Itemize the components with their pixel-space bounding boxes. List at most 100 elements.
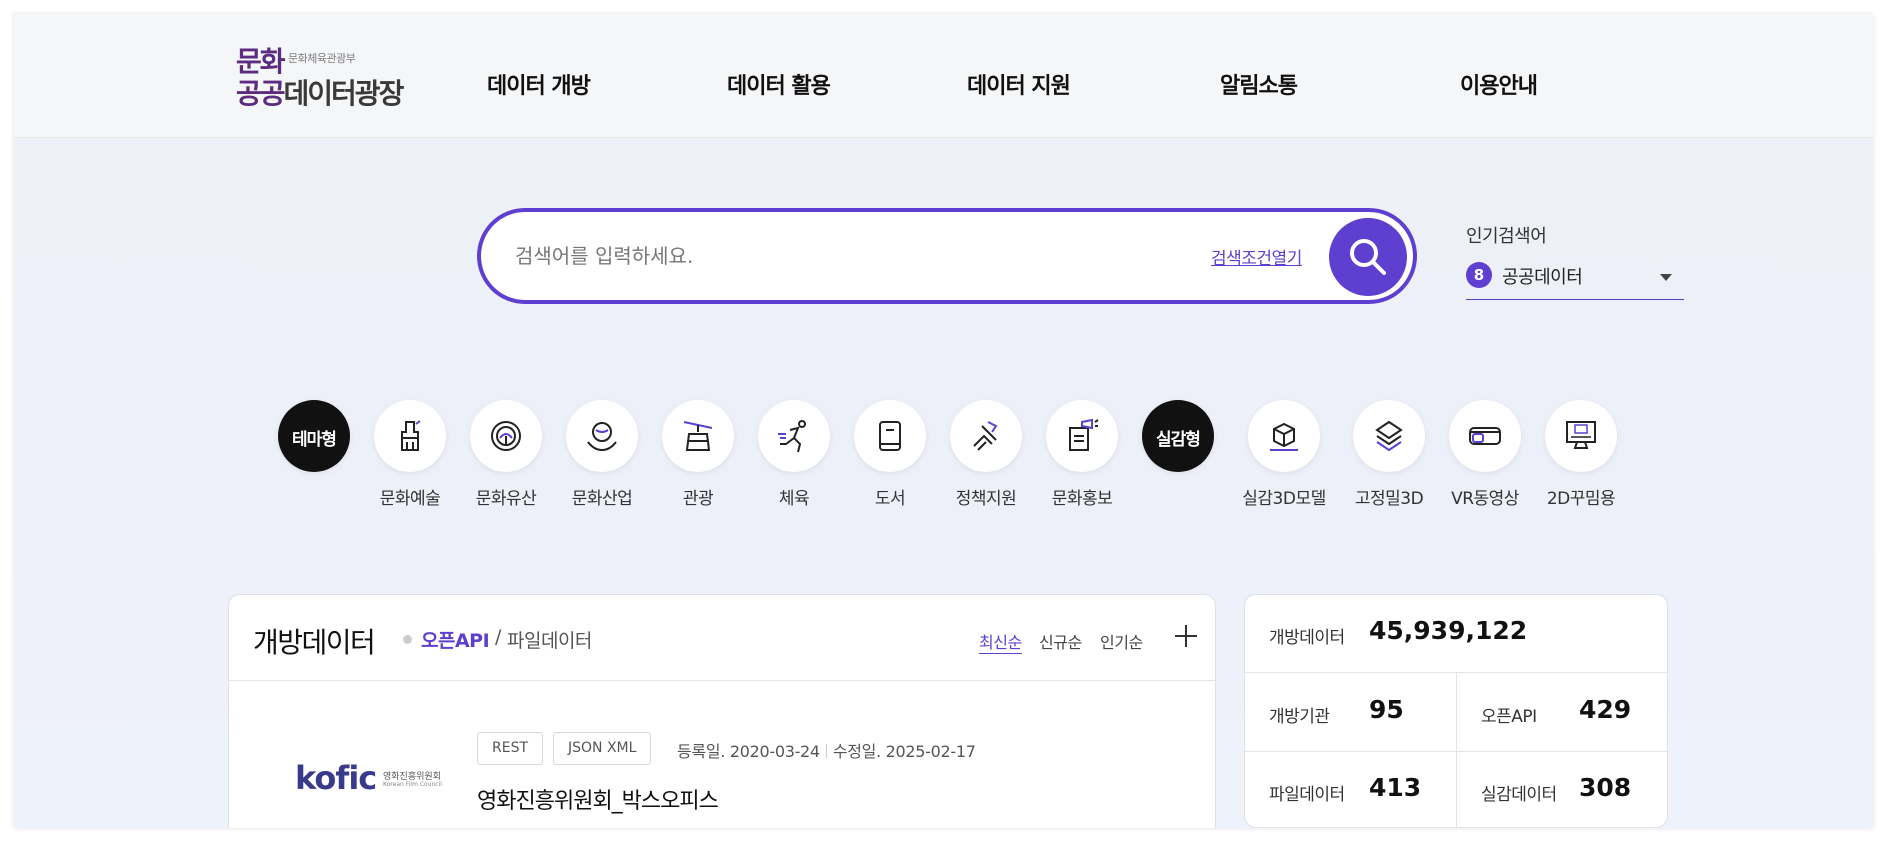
layers-icon	[1375, 420, 1403, 452]
runner-icon	[778, 420, 806, 453]
category-circle	[566, 400, 638, 472]
stat-total-label: 개방데이터	[1269, 628, 1345, 648]
page-frame: 문화 문화체육관광부 공공데이터광장 데이터 개방 데이터 활용 데이터 지원 …	[14, 14, 1873, 828]
stat-total: 개방데이터 45,939,122	[1245, 595, 1667, 673]
category-circle	[950, 400, 1022, 472]
stat-total-value: 45,939,122	[1369, 616, 1528, 645]
category-high-precision-3d[interactable]: 고정밀3D	[1341, 400, 1437, 510]
heritage-icon	[491, 421, 521, 451]
category-vr-video[interactable]: VR동영상	[1437, 400, 1533, 510]
category-circle	[1449, 400, 1521, 472]
nav-data-open[interactable]: 데이터 개방	[487, 68, 591, 100]
tab-open-api[interactable]: 오픈API	[421, 626, 490, 653]
registered-date: 등록일. 2020-03-24	[677, 742, 820, 761]
stat-api: 오픈API 429	[1457, 674, 1668, 751]
stat-file: 파일데이터 413	[1245, 752, 1456, 828]
category-circle	[1545, 400, 1617, 472]
category-culture-industry[interactable]: 문화산업	[554, 400, 650, 510]
cube-3d-icon	[1270, 422, 1298, 451]
popular-keywords: 인기검색어 8 공공데이터	[1466, 222, 1684, 308]
stat-orgs-value: 95	[1369, 695, 1404, 724]
title-dot	[403, 635, 412, 644]
category-circle	[662, 400, 734, 472]
category-3d-model[interactable]: 실감3D모델	[1236, 400, 1332, 510]
popular-title: 인기검색어	[1466, 226, 1547, 247]
open-data-header: 개방데이터 오픈API / 파일데이터 최신순 신규순 인기순	[229, 595, 1215, 681]
cablecar-icon	[683, 421, 713, 451]
category-circle	[470, 400, 542, 472]
item-meta: 등록일. 2020-03-24 수정일. 2025-02-17	[677, 738, 976, 762]
book-icon	[879, 421, 901, 451]
stats-panel: 개방데이터 45,939,122 개방기관 95 오픈API 429 파일데이터…	[1244, 594, 1668, 828]
category-sports[interactable]: 체육	[746, 400, 842, 510]
category-icons: 테마형 문화예술 문화유산 문화산업 관광 체육 도서 정책지원 문화홍보 실감…	[14, 400, 1873, 520]
handshake-icon	[973, 421, 998, 451]
category-promotion[interactable]: 문화홍보	[1034, 400, 1130, 510]
search-icon	[1350, 239, 1386, 275]
globe-hands-icon	[587, 422, 617, 452]
stat-file-label: 파일데이터	[1269, 785, 1345, 805]
vr-headset-icon	[1469, 427, 1501, 445]
category-circle	[374, 400, 446, 472]
popular-keyword-dropdown[interactable]: 8 공공데이터	[1466, 260, 1684, 300]
category-real-type[interactable]: 실감형	[1130, 400, 1226, 510]
nav-data-use[interactable]: 데이터 활용	[727, 68, 831, 100]
real-type-label: 실감형	[1156, 430, 1201, 450]
category-label: 2D꾸밈용	[1546, 489, 1616, 509]
sort-latest[interactable]: 최신순	[979, 629, 1022, 654]
category-heritage[interactable]: 문화유산	[458, 400, 554, 510]
category-circle	[1248, 400, 1320, 472]
category-label: 문화홍보	[1051, 489, 1113, 509]
modified-date: 수정일. 2025-02-17	[832, 742, 976, 761]
item-title-link[interactable]: 영화진흥위원회_박스오피스	[477, 783, 719, 815]
stat-api-value: 429	[1579, 695, 1632, 724]
category-tourism[interactable]: 관광	[650, 400, 746, 510]
tab-separator: /	[495, 626, 502, 648]
logo-ministry: 문화체육관광부	[288, 52, 356, 65]
category-circle	[758, 400, 830, 472]
category-circle	[854, 400, 926, 472]
stat-real-label: 실감데이터	[1481, 785, 1557, 805]
category-books[interactable]: 도서	[842, 400, 938, 510]
search-condition-link[interactable]: 검색조건열기	[1211, 244, 1302, 269]
stat-real: 실감데이터 308	[1457, 752, 1668, 828]
stat-orgs-label: 개방기관	[1269, 707, 1330, 727]
badge-rest: REST	[477, 732, 544, 765]
search-bar: 검색조건열기	[477, 208, 1417, 304]
nav-data-support[interactable]: 데이터 지원	[967, 68, 1071, 100]
more-plus-icon[interactable]	[1175, 625, 1197, 647]
search-input[interactable]	[515, 236, 1155, 276]
nav-guide[interactable]: 이용안내	[1460, 68, 1538, 100]
category-2d-decor[interactable]: 2D꾸밈용	[1533, 400, 1629, 510]
paintbrush-icon	[401, 420, 421, 451]
monitor-2d-icon	[1566, 421, 1596, 449]
category-policy[interactable]: 정책지원	[938, 400, 1034, 510]
stat-file-value: 413	[1369, 773, 1422, 802]
category-circle	[1353, 400, 1425, 472]
kofic-logo-text: kofic	[295, 759, 377, 797]
category-culture-art[interactable]: 문화예술	[362, 400, 458, 510]
stat-real-value: 308	[1579, 773, 1632, 802]
kofic-logo-subtitle-en: Korean Film Council	[383, 781, 442, 788]
search-button[interactable]	[1329, 218, 1407, 296]
tab-file-data[interactable]: 파일데이터	[507, 626, 592, 653]
badge-format: JSON XML	[553, 732, 652, 765]
theme-type-label: 테마형	[292, 430, 337, 450]
kofic-logo: kofic 영화진흥위원회 Korean Film Council	[295, 759, 455, 799]
caret-down-icon	[1660, 274, 1672, 281]
open-data-panel: 개방데이터 오픈API / 파일데이터 최신순 신규순 인기순 kofic 영화…	[228, 594, 1216, 828]
category-circle	[1046, 400, 1118, 472]
sort-popular[interactable]: 인기순	[1100, 629, 1143, 653]
sort-newest[interactable]: 신규순	[1039, 629, 1082, 653]
stat-orgs: 개방기관 95	[1245, 674, 1456, 751]
main-nav: 데이터 개방 데이터 활용 데이터 지원 알림소통 이용안내	[14, 68, 1873, 108]
category-label: 실감3D모델	[1242, 489, 1326, 509]
popular-keyword: 공공데이터	[1502, 267, 1583, 288]
stat-api-label: 오픈API	[1481, 707, 1537, 727]
category-theme-type[interactable]: 테마형	[266, 400, 362, 510]
nav-notice[interactable]: 알림소통	[1220, 68, 1298, 100]
open-data-title: 개방데이터	[253, 626, 376, 659]
meta-divider	[825, 744, 827, 758]
site-header: 문화 문화체육관광부 공공데이터광장 데이터 개방 데이터 활용 데이터 지원 …	[14, 14, 1873, 138]
megaphone-icon	[1069, 418, 1099, 451]
